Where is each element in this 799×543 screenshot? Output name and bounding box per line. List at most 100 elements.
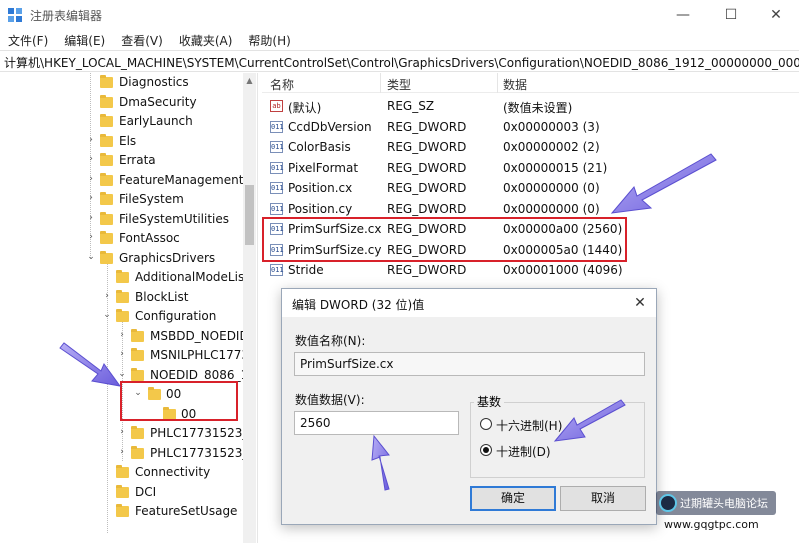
value-row[interactable]: 011 Position.cx REG_DWORD 0x00000000 (0) xyxy=(262,178,799,198)
expand-caret-icon[interactable]: › xyxy=(86,213,96,225)
menu-favorites[interactable]: 收藏夹(A) xyxy=(171,30,241,50)
value-data: 0x00000000 (0) xyxy=(503,201,600,216)
tree-item[interactable]: › PHLC17731523_2 xyxy=(0,424,256,444)
ok-button[interactable]: 确定 xyxy=(470,486,556,511)
expand-caret-icon[interactable] xyxy=(102,486,112,498)
forum-watermark: 过期罐头电脑论坛 xyxy=(656,491,776,515)
tree-item-label: FeatureSetUsage xyxy=(135,504,238,518)
expand-caret-icon[interactable]: › xyxy=(86,174,96,186)
column-data-header[interactable]: 数据 xyxy=(503,76,527,93)
value-row[interactable]: 011 Stride REG_DWORD 0x00001000 (4096) xyxy=(262,260,799,280)
folder-icon xyxy=(116,504,129,517)
expand-caret-icon[interactable]: › xyxy=(117,349,127,361)
column-name-header[interactable]: 名称 xyxy=(270,76,294,93)
value-data: 0x00000000 (0) xyxy=(503,181,600,195)
tree-item[interactable]: › FileSystemUtilities xyxy=(0,210,245,230)
expand-caret-icon[interactable]: › xyxy=(117,330,127,342)
tree-item[interactable]: FeatureSetUsage xyxy=(0,502,245,522)
expand-caret-icon[interactable]: › xyxy=(102,291,112,303)
tree-item[interactable]: DCI xyxy=(0,483,245,503)
tree-scrollbar[interactable] xyxy=(243,73,256,543)
expand-caret-icon[interactable] xyxy=(86,76,96,88)
value-row[interactable]: 011 CcdDbVersion REG_DWORD 0x00000003 (3… xyxy=(262,117,799,137)
expand-caret-icon[interactable] xyxy=(86,96,96,108)
expand-caret-icon[interactable]: › xyxy=(86,154,96,166)
column-type-header[interactable]: 类型 xyxy=(387,76,411,93)
expand-caret-icon[interactable] xyxy=(102,505,112,517)
dialog-title-bar: 编辑 DWORD (32 位)值 ✕ xyxy=(282,289,656,317)
watermark-text: 过期罐头电脑论坛 xyxy=(680,497,768,510)
menu-file[interactable]: 文件(F) xyxy=(0,30,56,50)
tree-item[interactable]: EarlyLaunch xyxy=(0,112,245,132)
decimal-radio[interactable] xyxy=(480,444,492,456)
address-path[interactable]: 计算机\HKEY_LOCAL_MACHINE\SYSTEM\CurrentCon… xyxy=(4,54,799,71)
expand-caret-icon[interactable]: › xyxy=(86,135,96,147)
expand-caret-icon[interactable]: › xyxy=(117,427,127,439)
tree-item-label: PHLC17731523_2 xyxy=(150,445,257,460)
value-data-field[interactable]: 2560 xyxy=(294,411,459,435)
value-row[interactable]: ab (默认) REG_SZ (数值未设置) xyxy=(262,96,799,116)
cancel-button[interactable]: 取消 xyxy=(560,486,646,511)
scroll-up-icon[interactable]: ▲ xyxy=(245,76,254,86)
tree-item[interactable]: › BlockList xyxy=(0,288,245,308)
expand-caret-icon[interactable] xyxy=(102,271,112,283)
decimal-radio-label[interactable]: 十进制(D) xyxy=(496,443,551,460)
address-bar[interactable]: 计算机\HKEY_LOCAL_MACHINE\SYSTEM\CurrentCon… xyxy=(0,50,799,72)
tree-item[interactable]: DmaSecurity xyxy=(0,93,245,113)
tree-item[interactable]: › MSNILPHLC1773 xyxy=(0,346,249,366)
folder-icon xyxy=(116,270,129,283)
close-button[interactable]: ✕ xyxy=(753,0,799,30)
tree-item-label: Diagnostics xyxy=(119,75,189,89)
tree-item-label: Configuration xyxy=(135,309,217,323)
expand-caret-icon[interactable] xyxy=(86,115,96,127)
folder-icon xyxy=(100,94,113,108)
base-group-title: 基数 xyxy=(474,393,505,410)
tree-item-label: Els xyxy=(119,133,137,148)
expand-caret-icon[interactable]: › xyxy=(86,232,96,244)
expand-caret-icon[interactable]: ⌄ xyxy=(117,369,127,381)
tree-item[interactable]: › Els xyxy=(0,132,245,152)
value-name-field[interactable]: PrimSurfSize.cx xyxy=(294,352,645,376)
expand-caret-icon[interactable]: › xyxy=(117,447,127,459)
string-value-icon: ab xyxy=(270,100,283,112)
value-type: REG_DWORD xyxy=(387,140,467,154)
minimize-button[interactable]: — xyxy=(660,0,706,30)
value-data: 0x00000003 (3) xyxy=(503,119,600,134)
maximize-button[interactable]: ☐ xyxy=(708,0,754,30)
hex-radio-label[interactable]: 十六进制(H) xyxy=(496,417,562,434)
tree-item[interactable]: ⌄ GraphicsDrivers xyxy=(0,249,245,269)
tree-item[interactable]: › MSBDD_NOEDID xyxy=(0,327,249,347)
menu-edit[interactable]: 编辑(E) xyxy=(56,30,113,50)
expand-caret-icon[interactable]: ⌄ xyxy=(86,252,96,264)
expand-caret-icon[interactable] xyxy=(102,466,112,478)
tree-item[interactable]: › FileSystem xyxy=(0,190,245,210)
menu-view[interactable]: 查看(V) xyxy=(113,30,171,50)
folder-icon xyxy=(131,426,144,439)
tree-item[interactable]: › FeatureManagement xyxy=(0,171,245,191)
value-row[interactable]: 011 PixelFormat REG_DWORD 0x00000015 (21… xyxy=(262,158,799,178)
tree-item[interactable]: › Errata xyxy=(0,151,245,171)
expand-caret-icon[interactable]: ⌄ xyxy=(102,310,112,322)
menu-help[interactable]: 帮助(H) xyxy=(240,30,298,50)
tree-item[interactable]: › PHLC17731523_2 xyxy=(0,444,256,464)
forum-logo-icon xyxy=(659,494,677,512)
tree-item[interactable]: ⌄ Configuration xyxy=(0,307,245,327)
tree-item[interactable]: Diagnostics xyxy=(0,73,245,93)
value-type: REG_DWORD xyxy=(387,181,467,195)
tree-item-label: BlockList xyxy=(135,289,189,304)
tree-item[interactable]: › FontAssoc xyxy=(0,229,245,249)
hex-radio[interactable] xyxy=(480,418,492,430)
tree-item-label: PHLC17731523_2 xyxy=(150,426,257,440)
value-row[interactable]: 011 ColorBasis REG_DWORD 0x00000002 (2) xyxy=(262,137,799,157)
registry-tree[interactable]: Diagnostics DmaSecurity EarlyLaunch › El… xyxy=(0,73,258,543)
value-row[interactable]: 011 Position.cy REG_DWORD 0x00000000 (0) xyxy=(262,199,799,219)
dialog-close-button[interactable]: ✕ xyxy=(628,292,652,314)
folder-icon xyxy=(100,133,113,147)
tree-item[interactable]: Connectivity xyxy=(0,463,245,483)
tree-scroll-thumb[interactable] xyxy=(245,185,254,245)
tree-item-label: GraphicsDrivers xyxy=(119,250,216,265)
regedit-app-icon xyxy=(8,8,22,22)
tree-item[interactable]: AdditionalModeLis xyxy=(0,268,245,288)
expand-caret-icon[interactable]: › xyxy=(86,193,96,205)
watermark-url: www.gqgtpc.com xyxy=(664,518,759,531)
